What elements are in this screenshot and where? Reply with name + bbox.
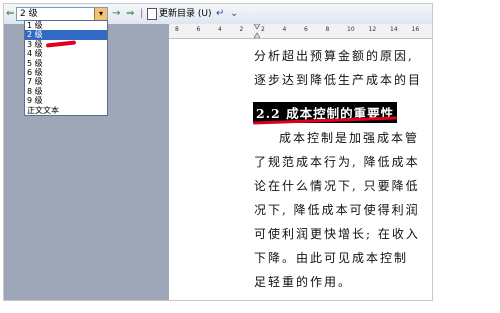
text-line: 了规范成本行为, 降低成本 — [254, 155, 420, 169]
update-toc-label: 更新目录 (U) — [159, 9, 212, 19]
dropdown-item[interactable]: 2 级 — [25, 30, 107, 40]
ruler-tick-label: 14 — [390, 26, 398, 33]
ruler-tick-label: 8 — [175, 26, 179, 33]
update-toc-icon — [147, 7, 157, 20]
outline-level-value: 2 级 — [20, 9, 38, 19]
dropdown-item[interactable]: 5 级 — [25, 59, 107, 68]
word-window: ⇐ 2 级 ▾ → ⇒ | 更新目录 (U) ↵ ⌄ 1 级2 级3 级4 级5… — [3, 3, 433, 301]
goto-toc-icon[interactable]: ↵ — [216, 8, 224, 20]
dropdown-item[interactable]: 7 级 — [25, 77, 107, 86]
dropdown-item[interactable]: 8 级 — [25, 87, 107, 96]
text-line: 成本控制是加强成本管 — [279, 131, 420, 145]
demote-to-body-icon[interactable]: ⇒ — [126, 8, 134, 20]
chevron-down-icon[interactable]: ▾ — [94, 8, 107, 20]
text-line: 逐步达到降低生产成本的目 — [254, 73, 423, 87]
toolbar-options-icon[interactable]: ⌄ — [230, 8, 238, 20]
ruler-tick-label: 4 — [282, 26, 287, 33]
text-line: 足轻重的作用。 — [254, 275, 353, 289]
promote-arrow-icon[interactable]: ⇐ — [6, 8, 14, 20]
text-line: 下降。由此可见成本控制 — [254, 251, 409, 265]
ruler-tick-label: 2 — [261, 26, 265, 33]
dropdown-item[interactable]: 9 级 — [25, 96, 107, 105]
ruler-tick-label: 6 — [304, 26, 308, 33]
text-line: 论在什么情况下, 只要降低 — [254, 179, 420, 193]
dropdown-item[interactable]: 1 级 — [25, 21, 107, 30]
ruler-tick-label: 4 — [218, 26, 222, 33]
text-line: 况下, 降低成本可使得利润 — [254, 203, 420, 217]
toolbar-separator: | — [140, 8, 144, 19]
text-line: 分析超出预算金额的原因, — [254, 49, 414, 63]
update-toc-button[interactable]: 更新目录 (U) — [147, 7, 211, 21]
dropdown-item[interactable]: 6 级 — [25, 68, 107, 77]
horizontal-ruler[interactable]: 8 6 4 2 2 4 6 8 10 12 14 16 — [169, 24, 432, 39]
document-page[interactable]: 分析超出预算金额的原因, 逐步达到降低生产成本的目 2.2 成本控制的重要性 成… — [169, 39, 432, 300]
ruler-tick-label: 8 — [325, 26, 330, 33]
outline-level-combobox[interactable]: 2 级 ▾ — [16, 7, 108, 21]
outline-level-dropdown: 1 级2 级3 级4 级5 级6 级7 级8 级9 级正文文本 — [24, 20, 108, 116]
ruler-tick-label: 10 — [347, 26, 355, 33]
dropdown-item[interactable]: 正文文本 — [25, 106, 107, 115]
text-line: 可使利润更快增长; 在收入 — [254, 227, 420, 241]
indent-marker-icon[interactable] — [254, 24, 260, 38]
ruler-tick-label: 16 — [411, 26, 420, 33]
ruler-tick-label: 12 — [368, 26, 377, 33]
ruler-tick-label: 6 — [196, 26, 201, 33]
ruler-tick-label: 2 — [239, 26, 244, 33]
demote-arrow-icon[interactable]: → — [112, 8, 120, 20]
dropdown-item[interactable]: 4 级 — [25, 49, 107, 58]
